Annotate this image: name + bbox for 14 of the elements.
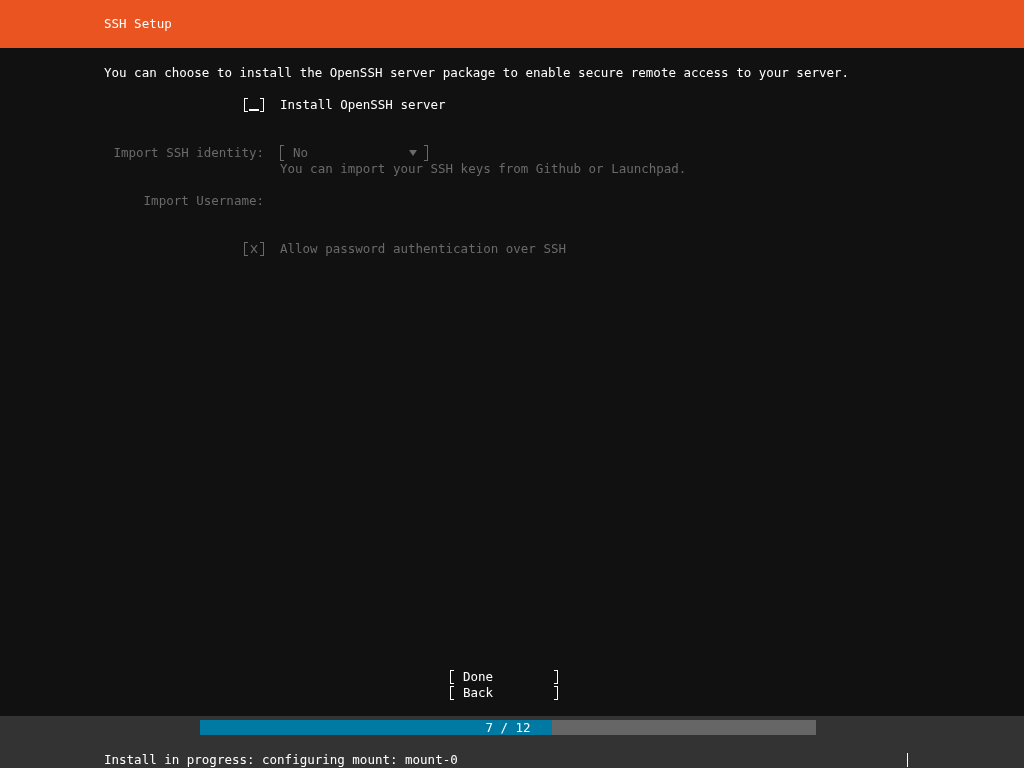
field-label: Import Username:: [143, 193, 264, 209]
action-button[interactable]: Done: [450, 670, 558, 684]
intro-text: You can choose to install the OpenSSH server package to enable secure remote access to your server.: [104, 65, 851, 81]
screen-title: SSH Setup: [104, 16, 172, 32]
help-text: You can import your SSH keys from Github or Launchpad.: [280, 161, 687, 177]
status-text: Install in progress: configuring mount: mount-0: [104, 752, 458, 768]
progress-reading: 7 / 12: [484, 720, 532, 736]
checkbox-label: Install OpenSSH server: [280, 97, 446, 113]
field-label: Import SSH identity:: [113, 145, 264, 162]
action-button[interactable]: Back: [450, 686, 558, 700]
cross-icon: [250, 244, 258, 254]
dropdown-arrow-icon: [409, 149, 417, 157]
checkbox-label: Allow password authentication over SSH: [280, 241, 566, 257]
cursor-icon: [907, 753, 908, 767]
